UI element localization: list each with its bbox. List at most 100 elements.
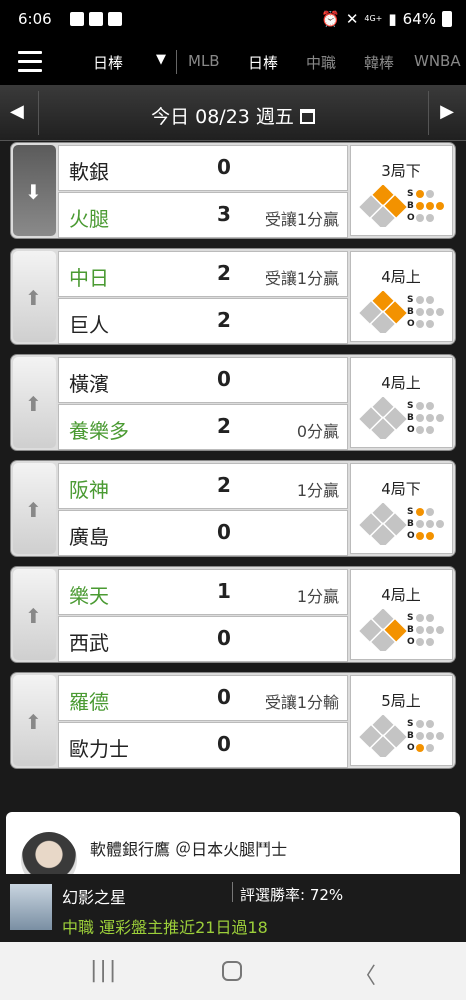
bet-result: 受讓1分贏 xyxy=(264,269,339,288)
game-card[interactable]: ⬆ 羅德 0 受讓1分輸 歐力士 0 5局上 S B O xyxy=(10,672,456,769)
count-dot xyxy=(436,414,444,422)
home-icon[interactable] xyxy=(222,961,242,981)
game-card[interactable]: ⬆ 橫濱 0 養樂多 2 0分贏 4局上 S B O xyxy=(10,354,456,451)
count-dot xyxy=(416,426,424,434)
divider xyxy=(428,91,429,135)
tab-cpbl[interactable]: 中職 xyxy=(306,52,364,73)
team-name: 軟銀 xyxy=(69,160,109,184)
count-dot xyxy=(416,520,424,528)
league-tabs: MLB 日棒 中職 韓棒 WNBA xyxy=(188,52,461,73)
tab-jp-baseball[interactable]: 日棒 xyxy=(248,52,306,73)
inning-label: 4局上 xyxy=(381,586,421,604)
expand-toggle[interactable]: ⬆ xyxy=(13,463,56,554)
team-score: 2 xyxy=(217,308,231,332)
team-score: 0 xyxy=(217,367,231,391)
team-name: 巨人 xyxy=(69,313,109,337)
next-day-icon[interactable]: ▶ xyxy=(440,101,454,122)
count-dot xyxy=(416,202,424,210)
date-selector[interactable]: 今日 08/23 週五 xyxy=(0,102,466,129)
menu-icon[interactable] xyxy=(18,51,42,73)
recents-icon[interactable]: ||| xyxy=(90,958,118,983)
game-status: 4局下 S B O xyxy=(350,463,453,554)
back-icon[interactable]: 〈 xyxy=(354,958,376,990)
count-dot xyxy=(426,190,434,198)
game-card[interactable]: ⬆ 樂天 1 1分贏 西武 0 4局上 S B O xyxy=(10,566,456,663)
count-dot xyxy=(426,402,434,410)
team-score: 2 xyxy=(217,261,231,285)
date-bar: ◀ 今日 08/23 週五 ▶ xyxy=(0,85,466,141)
count-dot xyxy=(426,638,434,646)
count-dot xyxy=(416,402,424,410)
battery-icon xyxy=(442,11,452,27)
arrow-up-icon[interactable]: ⬆ xyxy=(25,710,42,734)
team-row: 西武 0 xyxy=(58,616,348,662)
game-list: ⬇ 軟銀 0 火腿 3 受讓1分贏 3局下 S B O ⬆ 中日 2 受讓1分贏… xyxy=(10,142,456,778)
team-row: 中日 2 受讓1分贏 xyxy=(58,251,348,297)
team-row: 廣島 0 xyxy=(58,510,348,556)
game-card[interactable]: ⬆ 阪神 2 1分贏 廣島 0 4局下 S B O xyxy=(10,460,456,557)
expand-toggle[interactable]: ⬇ xyxy=(13,145,56,236)
tab-wnba[interactable]: WNBA xyxy=(414,52,461,73)
dropdown-arrow-icon[interactable]: ▼ xyxy=(156,52,166,67)
count-dot xyxy=(416,190,424,198)
team-name: 中日 xyxy=(69,266,109,290)
game-status: 3局下 S B O xyxy=(350,145,453,236)
bet-result: 1分贏 xyxy=(296,481,339,500)
battery-text: 64% xyxy=(402,10,436,28)
app-header: 日棒 ▼ MLB 日棒 中職 韓棒 WNBA xyxy=(0,40,466,85)
network-label: 4G+ xyxy=(364,14,383,23)
team-name: 西武 xyxy=(69,631,109,655)
arrow-up-icon[interactable]: ⬆ xyxy=(25,604,42,628)
team-row: 樂天 1 1分贏 xyxy=(58,569,348,615)
count-dot xyxy=(426,720,434,728)
count-dot xyxy=(416,296,424,304)
sbo-count: S B O xyxy=(407,718,453,754)
bases-diamond-icon xyxy=(359,715,407,757)
team-name: 廣島 xyxy=(69,525,109,549)
bases-diamond-icon xyxy=(359,291,407,333)
expand-toggle[interactable]: ⬆ xyxy=(13,569,56,660)
signal-icon: ▮ xyxy=(388,10,397,28)
arrow-up-icon[interactable]: ⬆ xyxy=(25,286,42,310)
team-score: 0 xyxy=(217,520,231,544)
inning-label: 5局上 xyxy=(381,692,421,710)
count-dot xyxy=(416,744,424,752)
count-dot xyxy=(426,214,434,222)
count-dot xyxy=(416,308,424,316)
count-dot xyxy=(436,308,444,316)
team-row: 火腿 3 受讓1分贏 xyxy=(58,192,348,238)
forum-post-text: 軟體銀行鷹 ＠日本火腿鬥士 xyxy=(90,840,288,859)
expand-toggle[interactable]: ⬆ xyxy=(13,357,56,448)
arrow-down-icon[interactable]: ⬇ xyxy=(25,180,42,204)
team-score: 2 xyxy=(217,473,231,497)
expert-ticker[interactable]: 幻影之星 評選勝率: 72% 中職 運彩盤主推近21日過18 xyxy=(0,874,466,942)
calendar-icon[interactable] xyxy=(299,109,315,124)
expand-toggle[interactable]: ⬆ xyxy=(13,675,56,766)
status-time: 6:06 xyxy=(18,10,52,28)
status-bar: 6:06 ⏰ ✕ 4G+ ▮ 64% xyxy=(0,0,466,40)
league-select[interactable]: 日棒 xyxy=(93,52,123,73)
count-dot xyxy=(426,296,434,304)
count-dot xyxy=(426,426,434,434)
tab-kbo[interactable]: 韓棒 xyxy=(364,52,414,73)
sbo-count: S B O xyxy=(407,188,453,224)
game-status: 4局上 S B O xyxy=(350,251,453,342)
game-card[interactable]: ⬇ 軟銀 0 火腿 3 受讓1分贏 3局下 S B O xyxy=(10,142,456,239)
arrow-up-icon[interactable]: ⬆ xyxy=(25,392,42,416)
image-icon xyxy=(89,12,103,26)
count-dot xyxy=(426,202,434,210)
expert-post: 中職 運彩盤主推近21日過18 xyxy=(62,918,268,937)
bet-result: 受讓1分輸 xyxy=(264,693,339,712)
count-dot xyxy=(426,308,434,316)
tab-mlb[interactable]: MLB xyxy=(188,52,248,73)
team-row: 橫濱 0 xyxy=(58,357,348,403)
team-name: 羅德 xyxy=(69,690,109,714)
arrow-up-icon[interactable]: ⬆ xyxy=(25,498,42,522)
sbo-count: S B O xyxy=(407,294,453,330)
divider xyxy=(232,882,233,902)
game-card[interactable]: ⬆ 中日 2 受讓1分贏 巨人 2 4局上 S B O xyxy=(10,248,456,345)
inning-label: 4局下 xyxy=(381,480,421,498)
expand-toggle[interactable]: ⬆ xyxy=(13,251,56,342)
count-dot xyxy=(416,638,424,646)
team-name: 阪神 xyxy=(69,478,109,502)
